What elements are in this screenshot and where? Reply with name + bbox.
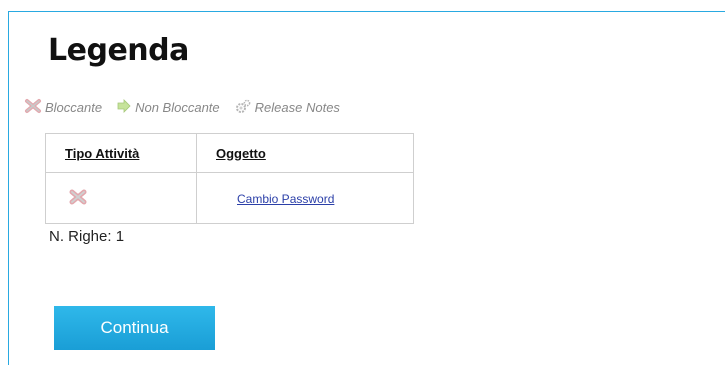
column-header-tipo-attivita[interactable]: Tipo Attività	[45, 133, 197, 173]
non-blocking-arrow-icon	[116, 98, 135, 117]
legend-item-bloccante: Bloccante	[24, 98, 102, 117]
legend-item-non-bloccante: Non Bloccante	[116, 98, 220, 117]
legend-item-release-notes: Release Notes	[234, 98, 340, 117]
release-notes-gear-icon	[234, 98, 255, 117]
table-row: Cambio Password	[45, 172, 414, 224]
legend-bar: Bloccante Non Bloccante Release Notes	[24, 98, 354, 116]
row-count: N. Righe: 1	[49, 228, 125, 245]
activity-table: Tipo Attività Oggetto Cambio Password	[45, 133, 414, 224]
legend-label: Bloccante	[45, 99, 103, 115]
blocking-x-icon	[24, 98, 45, 117]
page-title: Legenda	[48, 33, 189, 68]
legend-label: Release Notes	[254, 99, 340, 115]
continue-button[interactable]: Continua	[54, 306, 215, 350]
column-header-oggetto[interactable]: Oggetto	[196, 133, 414, 173]
cell-tipo-attivita	[45, 172, 197, 224]
table-header-row: Tipo Attività Oggetto	[45, 133, 414, 173]
cell-oggetto: Cambio Password	[196, 172, 414, 224]
cambio-password-link[interactable]: Cambio Password	[237, 192, 334, 206]
legend-label: Non Bloccante	[135, 99, 220, 115]
blocking-x-icon	[68, 189, 88, 209]
